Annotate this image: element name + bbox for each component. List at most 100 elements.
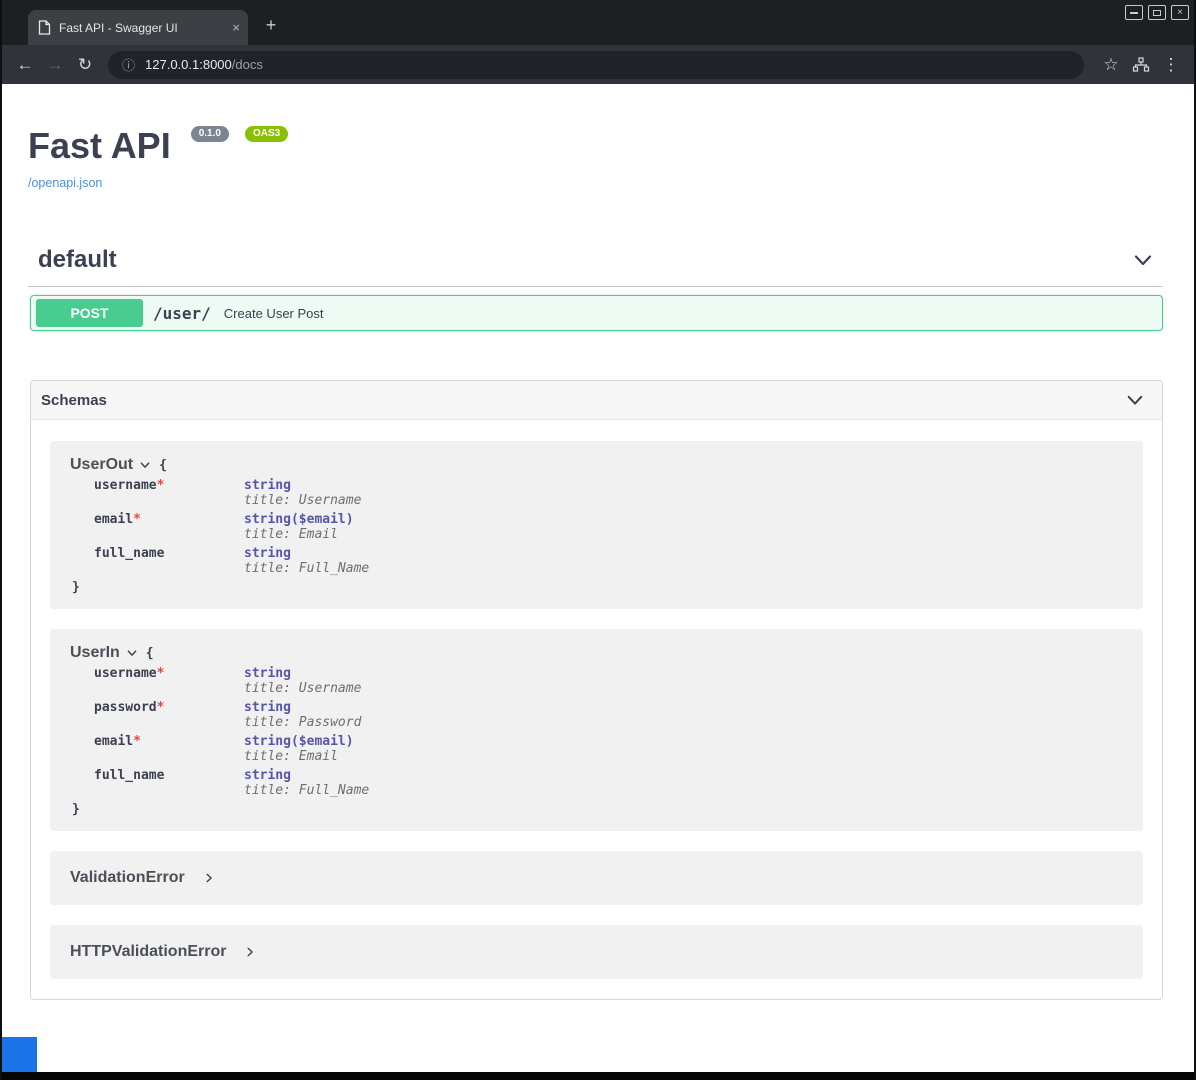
forward-icon: → [40,50,70,80]
api-info: Fast API 0.1.0 OAS3 /openapi.json [28,128,1168,192]
title-label: title: [244,681,291,696]
minimize-icon [1130,12,1138,14]
minimize-button[interactable] [1125,5,1143,20]
hub-icon[interactable] [1126,50,1156,80]
required-star: * [133,734,141,749]
window-border-left [0,0,2,1080]
property-name: full_name [94,768,164,783]
property-type: string [244,546,291,561]
page-favicon-icon [38,20,51,35]
property-type: string [244,734,291,749]
tab-close-icon[interactable]: × [232,20,240,35]
property-row: username* string title: Username [94,666,1123,696]
property-title: Username [299,681,362,696]
model-properties: username* string title: Username email* … [94,478,1123,576]
bookmark-star-icon[interactable]: ☆ [1096,50,1126,80]
site-info-icon[interactable]: ⓘ [122,55,135,74]
title-label: title: [244,527,291,542]
schemas-header[interactable]: Schemas [31,381,1162,420]
property-format: ($email) [291,512,354,527]
tag-section-default[interactable]: default [28,246,1163,287]
property-row: full_name string title: Full_Name [94,546,1123,576]
model-httpvalidationerror[interactable]: HTTPValidationError [50,925,1143,979]
required-star: * [157,700,165,715]
chevron-down-icon[interactable] [1133,250,1153,270]
property-row: username* string title: Username [94,478,1123,508]
browser-menu-kebab-icon[interactable]: ⋮ [1156,50,1186,80]
model-userout-title[interactable]: UserOut { [70,456,1123,474]
property-name: full_name [94,546,164,561]
operation-path: /user/ [153,304,211,323]
property-row: email* string($email) title: Email [94,512,1123,542]
maximize-icon [1153,10,1161,16]
schemas-body: UserOut { username* string title: Userna… [31,420,1162,999]
title-label: title: [244,749,291,764]
property-format: ($email) [291,734,354,749]
model-name: ValidationError [70,869,185,887]
post-user-operation[interactable]: POST /user/ Create User Post [30,295,1163,331]
property-row: password* string title: Password [94,700,1123,730]
property-name: email [94,734,133,749]
model-name: UserIn [70,644,120,662]
taskbar-blue-square [0,1037,37,1072]
required-star: * [157,478,165,493]
title-label: title: [244,715,291,730]
version-badge: 0.1.0 [191,126,229,142]
browser-tab[interactable]: Fast API - Swagger UI × [28,10,248,45]
property-title: Full_Name [299,561,369,576]
model-validationerror[interactable]: ValidationError [50,851,1143,905]
title-label: title: [244,783,291,798]
openapi-json-link[interactable]: /openapi.json [28,176,102,190]
chevron-down-icon[interactable] [126,647,138,659]
model-name: HTTPValidationError [70,943,226,961]
open-brace: { [146,646,154,661]
property-name: username [94,666,157,681]
operation-summary: Create User Post [224,306,324,321]
property-title: Email [299,749,338,764]
open-brace: { [159,458,167,473]
property-type: string [244,478,291,493]
property-title: Username [299,493,362,508]
chevron-down-icon[interactable] [1126,391,1144,409]
oas3-badge: OAS3 [245,126,288,142]
chevron-down-icon[interactable] [139,459,151,471]
url-host: 127.0.0.1:8000 [145,57,232,72]
property-row: full_name string title: Full_Name [94,768,1123,798]
bottom-black-bar [0,1072,1196,1080]
maximize-button[interactable] [1148,5,1166,20]
api-title: Fast API 0.1.0 OAS3 [28,128,1168,164]
window-titlebar: Fast API - Swagger UI × + × [0,0,1196,45]
model-name: UserOut [70,456,133,474]
browser-toolbar: ← → ↻ ⓘ 127.0.0.1:8000/docs ☆ ⋮ [0,45,1196,84]
tab-title: Fast API - Swagger UI [59,21,226,35]
reload-icon[interactable]: ↻ [70,50,100,80]
property-type: string [244,666,291,681]
api-title-text: Fast API [28,125,171,166]
close-brace: } [72,580,1123,595]
model-userout: UserOut { username* string title: Userna… [50,441,1143,609]
new-tab-button[interactable]: + [258,12,284,38]
property-type: string [244,512,291,527]
chevron-right-icon[interactable] [244,946,256,958]
close-brace: } [72,802,1123,817]
property-name: password [94,700,157,715]
window-controls: × [1125,5,1189,20]
required-star: * [157,666,165,681]
property-name: email [94,512,133,527]
property-title: Password [299,715,362,730]
title-label: title: [244,493,291,508]
close-window-button[interactable]: × [1171,5,1189,20]
model-properties: username* string title: Username passwor… [94,666,1123,798]
back-icon[interactable]: ← [10,50,40,80]
address-bar[interactable]: ⓘ 127.0.0.1:8000/docs [108,51,1084,79]
swagger-ui-page: Fast API 0.1.0 OAS3 /openapi.json defaul… [0,84,1196,1080]
chevron-right-icon[interactable] [203,872,215,884]
http-method-badge: POST [36,299,143,327]
tag-title-default: default [38,246,117,274]
schemas-title: Schemas [41,392,107,409]
title-label: title: [244,561,291,576]
model-userin: UserIn { username* string title: Usernam… [50,629,1143,831]
property-title: Full_Name [299,783,369,798]
url-path: /docs [232,57,263,72]
model-userin-title[interactable]: UserIn { [70,644,1123,662]
